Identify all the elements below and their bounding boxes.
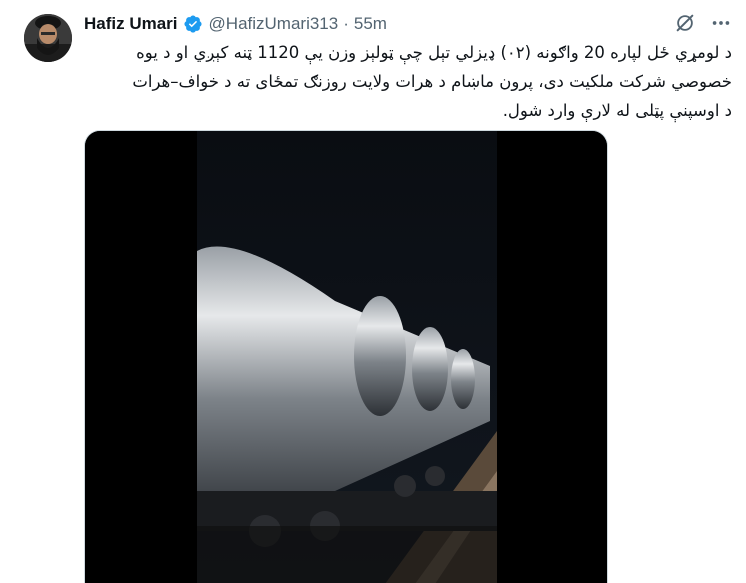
separator: ·: [343, 14, 349, 33]
tweet-text-line: خصوصي شرکت ملکيت دی، پرون ماښام د هرات و…: [132, 72, 732, 91]
tweet-header: Hafiz Umari @HafizUmari313 · 55m: [84, 12, 387, 36]
verified-badge-icon[interactable]: [183, 14, 203, 34]
tweet-actions: [674, 12, 732, 34]
tweet[interactable]: Hafiz Umari @HafizUmari313 · 55m د لومړي…: [0, 0, 746, 583]
video-player[interactable]: [84, 130, 608, 583]
avatar[interactable]: [24, 14, 72, 62]
author-name[interactable]: Hafiz Umari: [84, 14, 178, 34]
author-handle[interactable]: @HafizUmari313: [209, 14, 339, 34]
tweet-text-line: د اوسپنې پټلی له لارې وارد شول.: [502, 101, 732, 120]
tweet-text-line: د لومړي ځل لپاره 20 واګونه (۰۲) ډيزلي تې…: [136, 43, 732, 62]
video-frame: [85, 131, 607, 583]
grok-icon[interactable]: [674, 12, 696, 34]
timestamp[interactable]: 55m: [354, 14, 387, 34]
more-icon[interactable]: [710, 12, 732, 34]
tweet-text: د لومړي ځل لپاره 20 واګونه (۰۲) ډيزلي تې…: [84, 38, 732, 125]
